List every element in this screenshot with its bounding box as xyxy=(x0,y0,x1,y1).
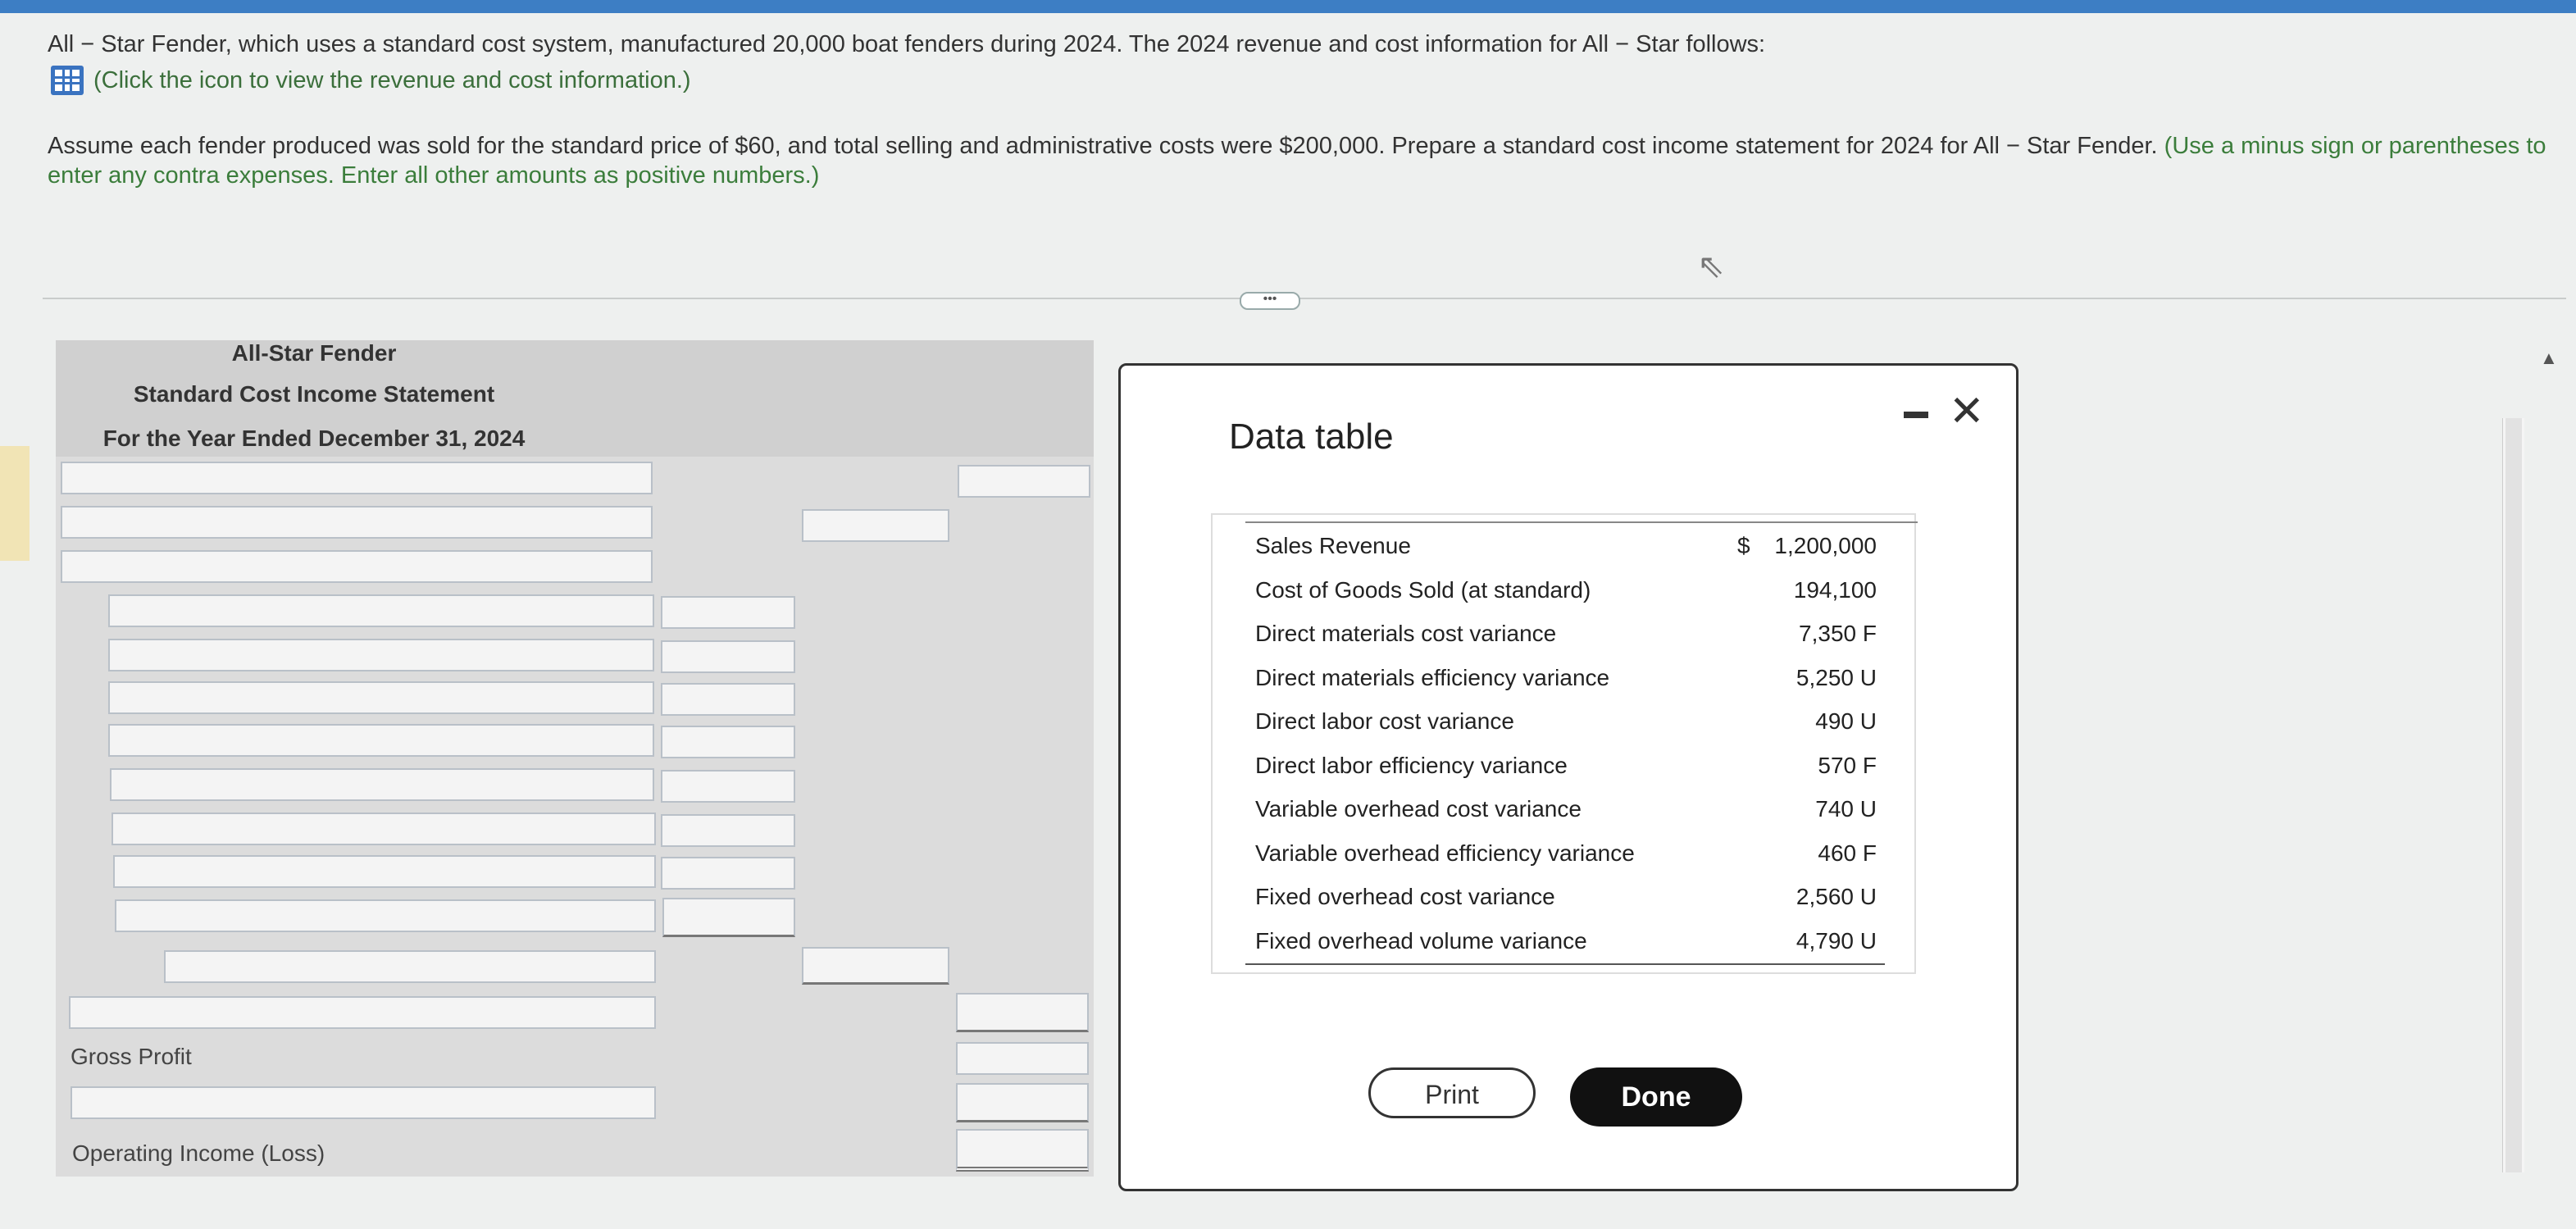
operating-income-label: Operating Income (Loss) xyxy=(72,1140,325,1166)
data-row-label: Fixed overhead cost variance xyxy=(1255,884,1555,909)
data-row-value: 570 F xyxy=(1818,752,1877,778)
modal-title: Data table xyxy=(1229,416,1394,457)
variance-amount-input[interactable] xyxy=(662,898,795,937)
data-link-text[interactable]: (Click the icon to view the revenue and … xyxy=(93,67,691,94)
data-row-value: 490 U xyxy=(1815,708,1877,734)
statement-period: For the Year Ended December 31, 2024 xyxy=(102,426,526,451)
variance-label-input[interactable] xyxy=(113,855,656,888)
minimize-icon[interactable] xyxy=(1904,412,1928,418)
data-row: Variable overhead cost variance 740 U xyxy=(1213,790,1918,831)
variance-amount-input[interactable] xyxy=(661,770,795,803)
expense-amount-input[interactable] xyxy=(956,1083,1089,1122)
table-bottom-rule xyxy=(1245,963,1885,965)
data-row: Direct materials efficiency variance 5,25… xyxy=(1213,658,1918,699)
variance-label-input[interactable] xyxy=(115,899,656,932)
data-row: Sales Revenue $1,200,000 xyxy=(1213,526,1918,567)
data-row: Cost of Goods Sold (at standard) 194,100 xyxy=(1213,571,1918,612)
cogs-amount-input[interactable] xyxy=(956,993,1089,1032)
statement-header: All-Star Fender Standard Cost Income Sta… xyxy=(56,340,1094,457)
variance-label-input[interactable] xyxy=(108,639,654,671)
data-row-label: Sales Revenue xyxy=(1255,533,1411,558)
data-row: Direct labor efficiency variance 570 F xyxy=(1213,746,1918,787)
company-name: All-Star Fender xyxy=(231,340,397,366)
resize-handle[interactable]: ••• xyxy=(1240,292,1300,310)
data-row-label: Direct labor cost variance xyxy=(1255,708,1514,734)
done-button[interactable]: Done xyxy=(1570,1067,1742,1127)
operating-income-input[interactable] xyxy=(956,1129,1089,1172)
variance-amount-input[interactable] xyxy=(661,683,795,716)
scrollbar[interactable] xyxy=(2502,418,2524,1172)
data-table: Sales Revenue $1,200,000 Cost of Goods Sol… xyxy=(1211,513,1918,974)
data-link[interactable]: (Click the icon to view the revenue and … xyxy=(51,66,691,95)
scroll-up-icon[interactable]: ▲ xyxy=(2540,348,2558,369)
label-input[interactable] xyxy=(61,462,653,494)
instructions: Assume each fender produced was sold for… xyxy=(48,131,2565,190)
label-input[interactable] xyxy=(61,550,653,583)
data-row-value: 1,200,000 xyxy=(1774,533,1877,558)
amount-input[interactable] xyxy=(802,509,949,542)
statement-title: Standard Cost Income Statement xyxy=(133,381,495,407)
total-variance-label-input[interactable] xyxy=(164,950,656,983)
data-row-label: Fixed overhead volume variance xyxy=(1255,927,1587,954)
total-variance-amount-input[interactable] xyxy=(802,947,949,985)
instructions-main: Assume each fender produced was sold for… xyxy=(48,133,2158,159)
table-top-rule xyxy=(1245,521,1918,523)
data-row-value: 4,790 U xyxy=(1795,927,1877,954)
variance-label-input[interactable] xyxy=(108,724,654,757)
data-row-value: 5,250 U xyxy=(1795,664,1877,690)
gross-profit-label: Gross Profit xyxy=(71,1044,192,1069)
top-bar xyxy=(0,0,2576,13)
scrollbar-thumb[interactable] xyxy=(2505,418,2522,1172)
data-row-label: Direct materials efficiency variance xyxy=(1255,664,1610,690)
data-row-value: 194,100 xyxy=(1793,576,1877,603)
data-row-dollar: $ xyxy=(1737,533,1750,558)
variance-amount-input[interactable] xyxy=(661,640,795,673)
amount-input[interactable] xyxy=(958,465,1090,498)
table-grid-icon[interactable] xyxy=(51,66,84,95)
variance-amount-input[interactable] xyxy=(661,857,795,890)
variance-amount-input[interactable] xyxy=(661,726,795,758)
data-row-label: Direct materials cost variance xyxy=(1255,621,1557,646)
variance-label-input[interactable] xyxy=(108,681,654,714)
data-row-label: Cost of Goods Sold (at standard) xyxy=(1255,576,1591,603)
data-row-label: Variable overhead cost variance xyxy=(1255,796,1582,822)
gross-profit-input[interactable] xyxy=(956,1042,1089,1075)
print-button[interactable]: Print xyxy=(1368,1067,1536,1118)
question-text: All − Star Fender, which uses a standard… xyxy=(48,31,1766,57)
income-statement: All-Star Fender Standard Cost Income Sta… xyxy=(56,340,1094,1177)
data-row-value: 7,350 F xyxy=(1799,621,1877,646)
variance-label-input[interactable] xyxy=(112,813,656,845)
data-row-label: Direct labor efficiency variance xyxy=(1255,752,1568,778)
data-row-label: Variable overhead efficiency variance xyxy=(1255,840,1635,866)
variance-label-input[interactable] xyxy=(110,768,654,801)
left-edge-marker xyxy=(0,446,30,561)
variance-amount-input[interactable] xyxy=(661,814,795,847)
data-row-value: 460 F xyxy=(1818,840,1877,866)
mouse-cursor-icon: ⇖ xyxy=(1697,248,1725,284)
data-row: Direct labor cost variance 490 U xyxy=(1213,702,1918,743)
close-icon[interactable]: ✕ xyxy=(1949,387,1985,436)
data-row: Variable overhead efficiency variance 460… xyxy=(1213,834,1918,875)
data-row-value: 740 U xyxy=(1815,796,1877,822)
data-table-modal: Data table ✕ Sales Revenue $1,200,000 Cost… xyxy=(1118,363,2018,1191)
label-input[interactable] xyxy=(61,506,653,539)
cogs-label-input[interactable] xyxy=(69,996,656,1029)
variance-amount-input[interactable] xyxy=(661,596,795,629)
section-divider xyxy=(43,298,2566,299)
data-row-value: 2,560 U xyxy=(1795,884,1877,909)
data-row: Direct materials cost variance 7,350 F xyxy=(1213,614,1918,655)
data-row: Fixed overhead cost variance 2,560 U xyxy=(1213,877,1918,918)
data-row: Fixed overhead volume variance 4,790 U xyxy=(1213,922,1918,963)
expense-label-input[interactable] xyxy=(71,1086,656,1119)
variance-label-input[interactable] xyxy=(108,594,654,627)
